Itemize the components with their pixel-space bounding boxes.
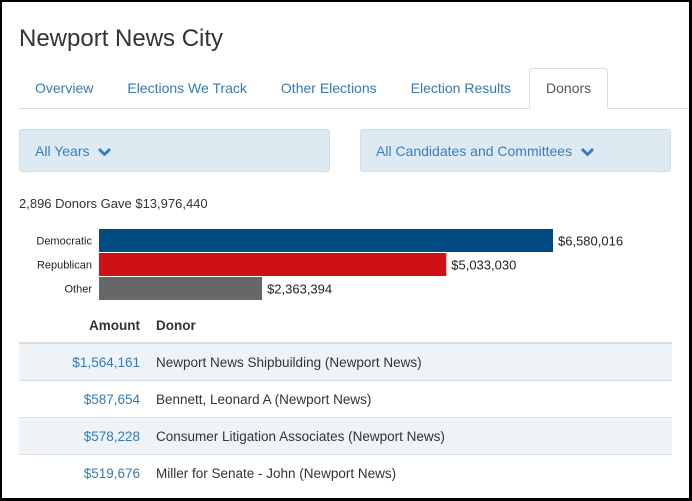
- table-row: $519,676 Miller for Senate - John (Newpo…: [19, 454, 672, 491]
- donors-table: Amount Donor $1,564,161 Newport News Shi…: [19, 308, 672, 491]
- bar-other: [99, 277, 263, 300]
- page-window: Newport News City Overview Elections We …: [2, 2, 689, 498]
- tab-elections-we-track[interactable]: Elections We Track: [111, 68, 263, 108]
- table-row: $587,654 Bennett, Leonard A (Newport New…: [19, 380, 672, 418]
- donor-name: Newport News Shipbuilding (Newport News): [148, 342, 672, 381]
- donor-name: Miller for Senate - John (Newport News): [148, 454, 672, 491]
- donor-name: Consumer Litigation Associates (Newport …: [148, 417, 672, 455]
- party-totals-chart: Democratic $6,580,016 Republican $5,033,030…: [36, 229, 623, 300]
- donor-amount-link[interactable]: $578,228: [19, 417, 148, 455]
- tab-election-results[interactable]: Election Results: [395, 68, 527, 108]
- bar-value-other: $2,363,394: [267, 282, 332, 297]
- tab-donors[interactable]: Donors: [529, 68, 609, 109]
- column-header-amount: Amount: [19, 308, 148, 344]
- bar-label-republican: Republican: [37, 260, 92, 272]
- donor-amount-link[interactable]: $587,654: [19, 380, 148, 418]
- tab-other-elections[interactable]: Other Elections: [265, 68, 393, 108]
- tab-overview[interactable]: Overview: [19, 68, 109, 108]
- bar-value-republican: $5,033,030: [451, 258, 516, 273]
- donor-amount-link[interactable]: $1,564,161: [19, 342, 148, 381]
- chevron-down-icon: [98, 131, 112, 174]
- page-title: Newport News City: [19, 25, 224, 52]
- bar-republican: [99, 253, 447, 276]
- donor-summary: 2,896 Donors Gave $13,976,440: [19, 196, 208, 211]
- table-row: $1,564,161 Newport News Shipbuilding (Ne…: [19, 342, 672, 381]
- donor-name: Bennett, Leonard A (Newport News): [148, 380, 672, 418]
- candidates-filter-label: All Candidates and Committees: [376, 143, 573, 159]
- bar-democratic: [99, 229, 553, 252]
- candidates-filter-dropdown[interactable]: All Candidates and Committees: [360, 129, 671, 172]
- bar-label-democratic: Democratic: [36, 236, 92, 248]
- donor-amount-link[interactable]: $519,676: [19, 454, 148, 491]
- tab-bar: Overview Elections We Track Other Electi…: [19, 68, 689, 109]
- bar-value-democratic: $6,580,016: [558, 234, 623, 249]
- chevron-down-icon: [580, 131, 595, 174]
- bar-label-other: Other: [64, 284, 92, 296]
- column-header-donor: Donor: [148, 308, 672, 344]
- table-row: $578,228 Consumer Litigation Associates …: [19, 417, 672, 455]
- years-filter-dropdown[interactable]: All Years: [19, 129, 330, 172]
- table-header-row: Amount Donor: [19, 308, 672, 344]
- years-filter-label: All Years: [35, 143, 90, 159]
